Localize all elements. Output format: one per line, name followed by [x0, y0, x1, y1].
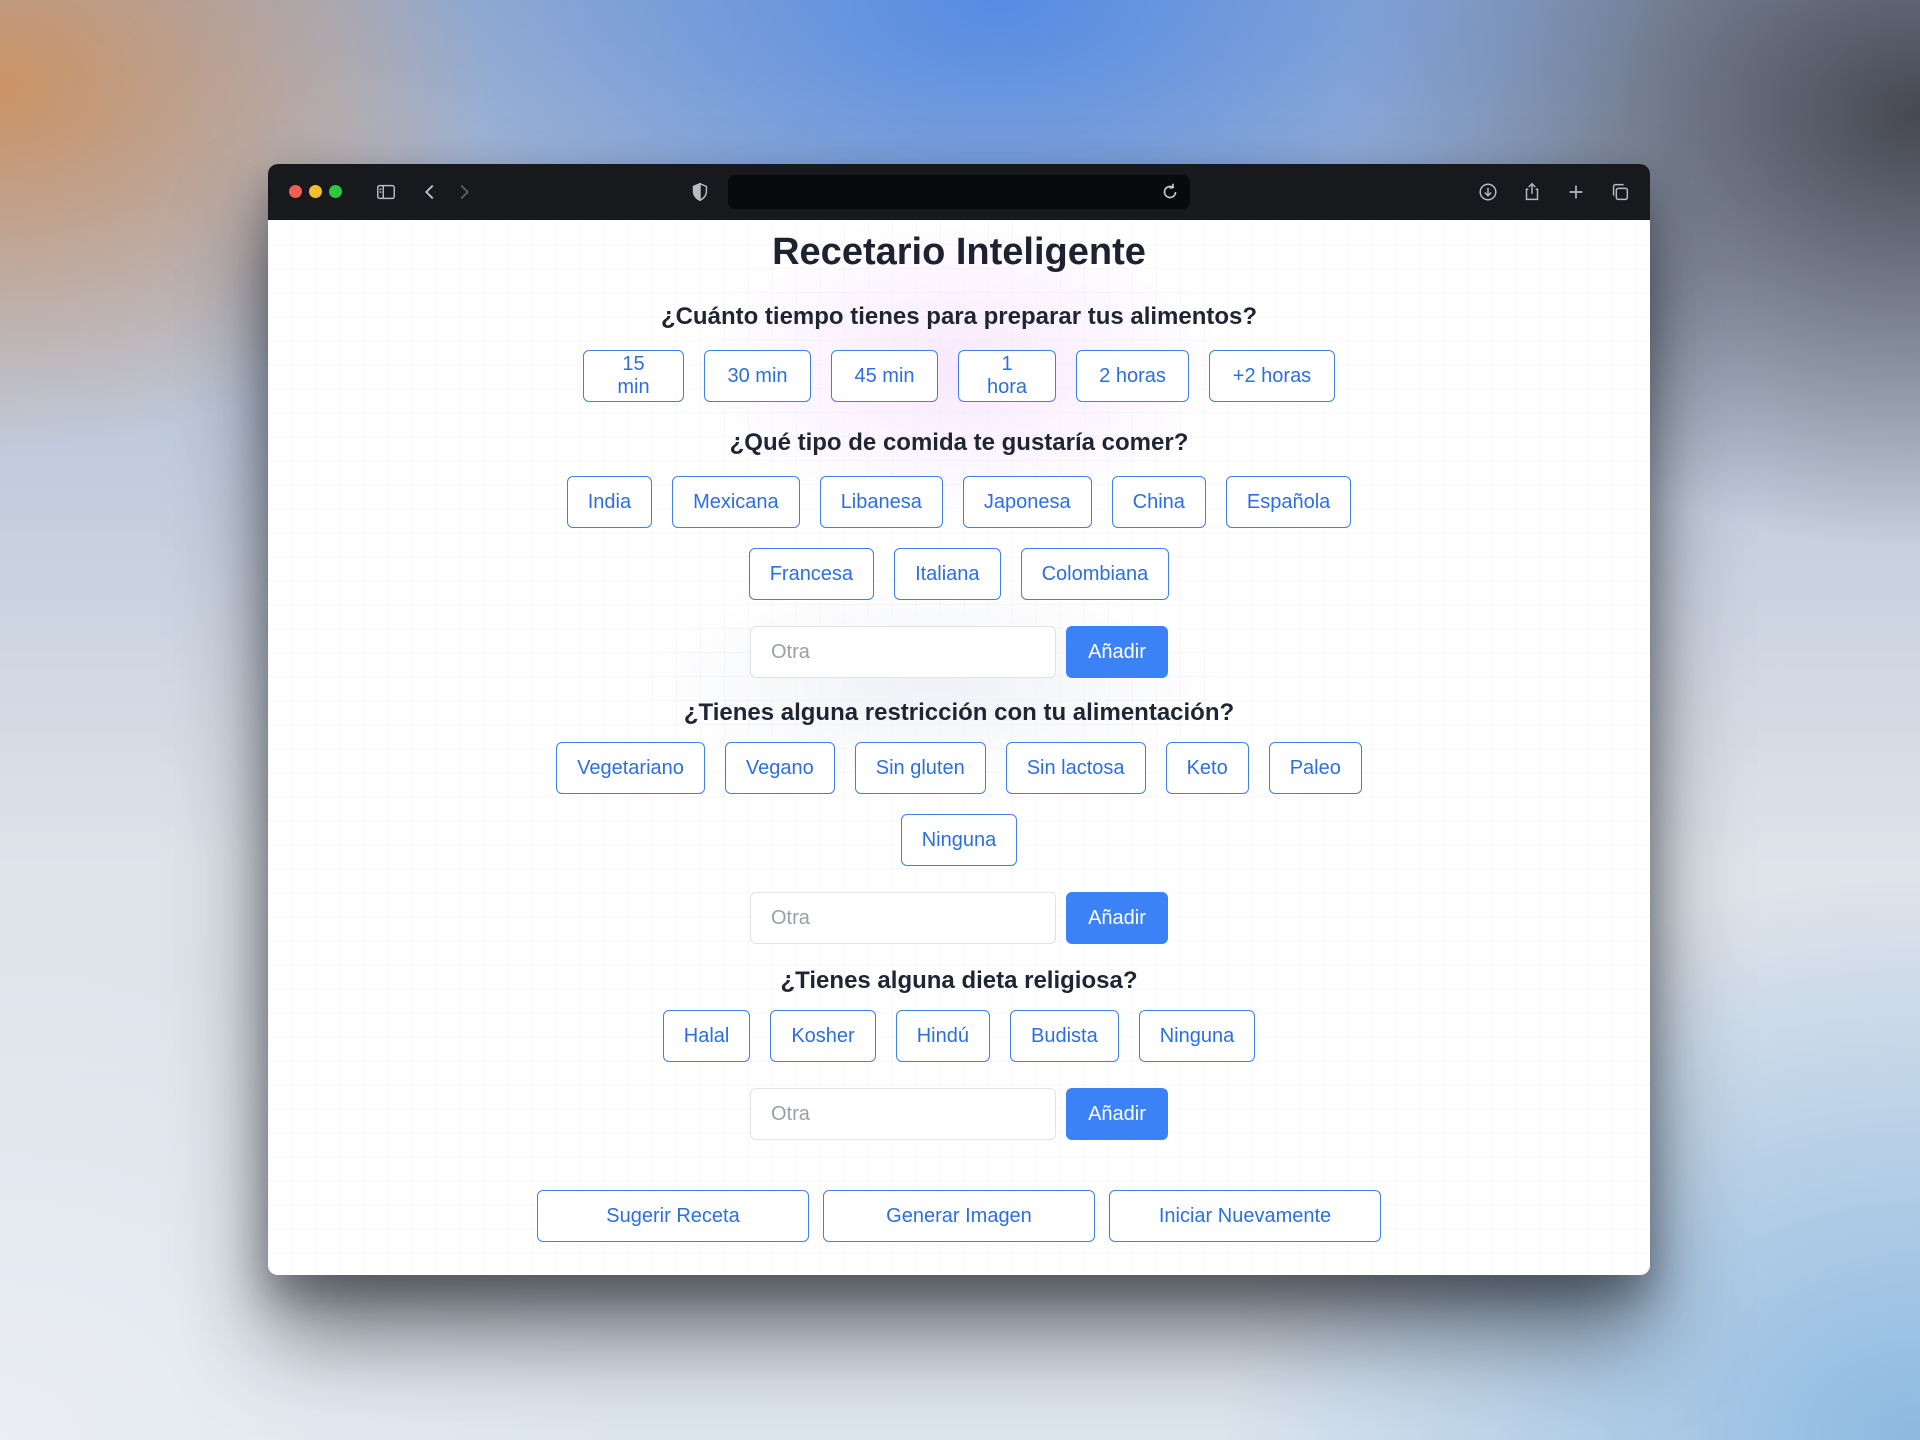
restrictions-question: ¿Tienes alguna restricción con tu alimen… — [683, 699, 1235, 726]
time-option-30min[interactable]: 30 min — [704, 350, 811, 402]
religious-option-halal[interactable]: Halal — [662, 1010, 751, 1062]
cuisine-option-italiana[interactable]: Italiana — [894, 548, 1001, 600]
page-title: Recetario Inteligente — [772, 231, 1146, 273]
action-buttons: Sugerir Receta Generar Imagen Iniciar Nu… — [268, 1190, 1650, 1242]
restriction-option-ninguna[interactable]: Ninguna — [900, 814, 1018, 866]
browser-toolbar — [268, 164, 1650, 220]
cuisine-options: India Mexicana Libanesa Japonesa China E… — [529, 476, 1389, 600]
religious-add-button[interactable]: Añadir — [1066, 1088, 1168, 1140]
suggest-recipe-button[interactable]: Sugerir Receta — [537, 1190, 809, 1242]
cuisine-option-mexicana[interactable]: Mexicana — [672, 476, 800, 528]
restart-button[interactable]: Iniciar Nuevamente — [1109, 1190, 1381, 1242]
cuisine-option-japonesa[interactable]: Japonesa — [962, 476, 1092, 528]
cuisine-other-row: Añadir — [268, 626, 1650, 678]
sidebar-toggle-icon[interactable] — [374, 180, 398, 204]
restriction-option-sin-gluten[interactable]: Sin gluten — [854, 742, 986, 794]
share-icon[interactable] — [1520, 180, 1544, 204]
restrictions-section: ¿Tienes alguna restricción con tu alimen… — [268, 698, 1650, 944]
time-option-plus2horas[interactable]: +2 horas — [1209, 350, 1335, 402]
cuisine-option-colombiana[interactable]: Colombiana — [1020, 548, 1170, 600]
religious-option-budista[interactable]: Budista — [1009, 1010, 1119, 1062]
cuisine-option-francesa[interactable]: Francesa — [748, 548, 875, 600]
restrictions-other-input[interactable] — [750, 892, 1056, 944]
religious-other-row: Añadir — [268, 1088, 1650, 1140]
religious-option-ninguna[interactable]: Ninguna — [1138, 1010, 1256, 1062]
cuisine-option-india[interactable]: India — [566, 476, 653, 528]
cuisine-section: ¿Qué tipo de comida te gustaría comer? I… — [268, 428, 1650, 678]
back-arrow-icon[interactable] — [418, 180, 442, 204]
cuisine-option-libanesa[interactable]: Libanesa — [819, 476, 943, 528]
time-option-2horas[interactable]: 2 horas — [1076, 350, 1189, 402]
cuisine-option-espanola[interactable]: Española — [1225, 476, 1352, 528]
tabs-overview-icon[interactable] — [1608, 180, 1632, 204]
time-option-45min[interactable]: 45 min — [831, 350, 938, 402]
generate-image-button[interactable]: Generar Imagen — [823, 1190, 1095, 1242]
religious-section: ¿Tienes alguna dieta religiosa? Halal Ko… — [268, 966, 1650, 1140]
religious-question: ¿Tienes alguna dieta religiosa? — [780, 967, 1138, 994]
cuisine-option-china[interactable]: China — [1111, 476, 1206, 528]
reload-icon[interactable] — [1158, 180, 1182, 204]
time-option-1hora[interactable]: 1 hora — [958, 350, 1056, 402]
cuisine-question: ¿Qué tipo de comida te gustaría comer? — [729, 429, 1189, 456]
download-icon[interactable] — [1476, 180, 1500, 204]
restrictions-other-row: Añadir — [268, 892, 1650, 944]
time-options: 15 min 30 min 45 min 1 hora 2 horas +2 h… — [268, 350, 1650, 402]
religious-options: Halal Kosher Hindú Budista Ninguna — [268, 1010, 1650, 1062]
cuisine-other-input[interactable] — [750, 626, 1056, 678]
restrictions-options: Vegetariano Vegano Sin gluten Sin lactos… — [529, 742, 1389, 866]
address-bar[interactable] — [728, 175, 1190, 209]
religious-option-hindu[interactable]: Hindú — [895, 1010, 990, 1062]
restriction-option-vegano[interactable]: Vegano — [724, 742, 835, 794]
religious-other-input[interactable] — [750, 1088, 1056, 1140]
forward-arrow-icon[interactable] — [452, 180, 476, 204]
restriction-option-paleo[interactable]: Paleo — [1268, 742, 1362, 794]
maximize-window-button[interactable] — [329, 185, 342, 198]
restriction-option-sin-lactosa[interactable]: Sin lactosa — [1005, 742, 1146, 794]
new-tab-icon[interactable] — [1564, 180, 1588, 204]
minimize-window-button[interactable] — [309, 185, 322, 198]
cuisine-add-button[interactable]: Añadir — [1066, 626, 1168, 678]
close-window-button[interactable] — [289, 185, 302, 198]
religious-option-kosher[interactable]: Kosher — [770, 1010, 876, 1062]
browser-window: Recetario Inteligente ¿Cuánto tiempo tie… — [268, 164, 1650, 1275]
restriction-option-keto[interactable]: Keto — [1165, 742, 1249, 794]
time-option-15min[interactable]: 15 min — [583, 350, 684, 402]
page-content: Recetario Inteligente ¿Cuánto tiempo tie… — [268, 220, 1650, 1275]
time-section: ¿Cuánto tiempo tienes para preparar tus … — [268, 302, 1650, 402]
restrictions-add-button[interactable]: Añadir — [1066, 892, 1168, 944]
time-question: ¿Cuánto tiempo tienes para preparar tus … — [660, 303, 1258, 330]
restriction-option-vegetariano[interactable]: Vegetariano — [556, 742, 705, 794]
shield-icon[interactable] — [688, 180, 712, 204]
